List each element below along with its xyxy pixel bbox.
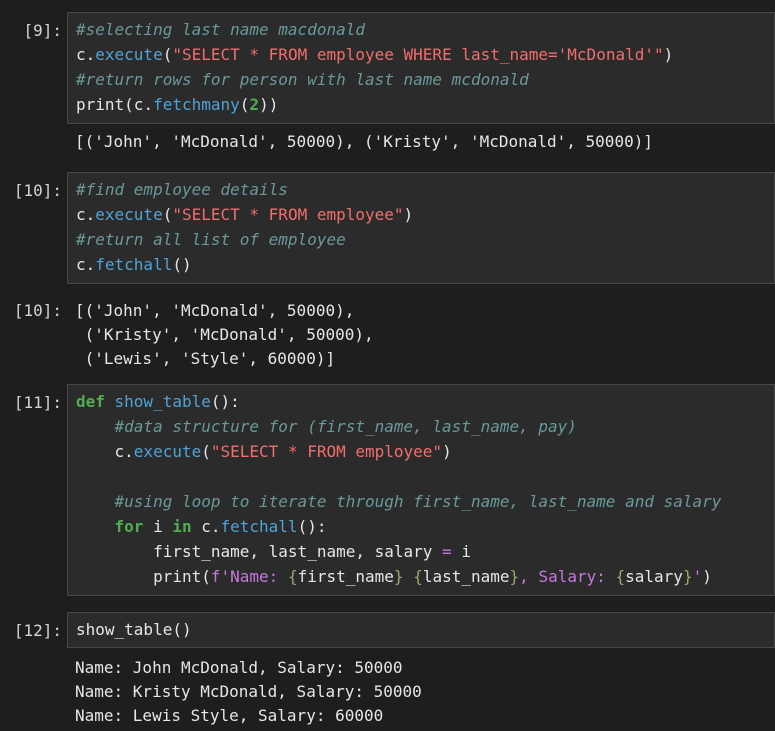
output-line: Name: Lewis Style, Salary: 60000 [75,706,384,725]
input-prompt: [9]: [23,21,62,40]
code-token: "SELECT * FROM employee" [172,205,404,224]
code-token: = [442,542,452,561]
code-line: #selecting last name macdonald [76,17,774,42]
code-token: fetchall [220,517,298,536]
code-token: #using loop to iterate through first_nam… [114,492,722,511]
output-line: [('John', 'McDonald', 50000), ('Kristy',… [75,132,653,151]
code-token: { [615,567,626,586]
code-token: c. [201,517,221,536]
code-line: for i in c.fetchall(): [76,514,774,539]
cell-output: [('John', 'McDonald', 50000), ('Kristy',… [75,299,775,371]
code-line: c.execute("SELECT * FROM employee") [76,202,774,227]
output-line: Name: Kristy McDonald, Salary: 50000 [75,682,422,701]
code-token: ( [162,205,173,224]
code-token: c. [76,205,96,224]
code-editor[interactable]: def show_table(): #data structure for (f… [67,384,775,596]
output-line: ('Lewis', 'Style', 60000)] [75,349,336,368]
code-token: #return all list of employee [76,230,346,249]
code-token: in [172,517,202,536]
code-token: ) [403,205,414,224]
code-token: () [172,255,192,274]
output-line: [('John', 'McDonald', 50000), [75,301,355,320]
code-token: salary [625,567,683,586]
output-prompt: [10]: [13,301,62,320]
code-token: } [509,567,520,586]
code-token: "SELECT * FROM employee" [210,442,443,461]
code-editor[interactable]: show_table() [67,612,775,648]
code-token: #selecting last name macdonald [76,20,365,39]
cell-output: [('John', 'McDonald', 50000), ('Kristy',… [75,130,775,154]
code-token: first_name, last_name, salary [76,542,443,561]
code-token: print [76,567,202,586]
code-token: , Salary: [519,567,616,586]
code-token: ) [702,567,712,586]
code-token: ) [442,442,452,461]
code-line: #data structure for (first_name, last_na… [76,414,774,439]
code-token: ) [663,45,674,64]
code-token: fetchmany [153,95,240,114]
code-token: 2 [249,95,260,114]
code-line: print(f'Name: {first_name} {last_name}, … [76,564,774,589]
code-line: #find employee details [76,177,774,202]
code-token: #return rows for person with last name m… [76,70,529,89]
code-line: show_table() [76,617,774,642]
input-prompt: [12]: [13,621,62,640]
code-token: (): [297,517,327,536]
code-line: #using loop to iterate through first_nam… [76,489,774,514]
code-line: c.execute("SELECT * FROM employee WHERE … [76,42,774,67]
code-token: execute [133,442,202,461]
input-prompt: [11]: [13,393,62,412]
code-token: execute [95,45,163,64]
code-token: (): [210,392,240,411]
code-token: (c. [124,95,154,114]
code-line: c.execute("SELECT * FROM employee") [76,439,774,464]
code-token: i [451,542,471,561]
code-token: c. [76,255,96,274]
code-token: f'Name: [210,567,288,586]
code-token: show_table [114,392,211,411]
code-token: execute [95,205,163,224]
code-line: print(c.fetchmany(2)) [76,92,774,117]
code-line: first_name, last_name, salary = i [76,539,774,564]
code-token: for [114,517,154,536]
cell-output: Name: John McDonald, Salary: 50000 Name: … [75,656,775,728]
code-token: "SELECT * FROM employee WHERE last_name=… [172,45,664,64]
code-token: show_table() [76,620,192,639]
code-line: #return all list of employee [76,227,774,252]
code-token: ' [692,567,703,586]
code-token: { [413,567,423,586]
code-token: i [153,517,173,536]
code-token: ( [162,45,173,64]
code-token: first_name [297,567,394,586]
code-line: def show_table(): [76,389,774,414]
code-token: { [287,567,298,586]
code-token: #find employee details [76,180,288,199]
code-token: last_name [422,567,510,586]
code-token: fetchall [95,255,173,274]
code-token: c. [76,442,134,461]
code-editor[interactable]: #selecting last name macdonald c.execute(… [67,12,775,124]
input-prompt: [10]: [13,181,62,200]
code-token: )) [259,95,279,114]
code-token: print [76,95,125,114]
code-editor[interactable]: #find employee details c.execute("SELECT … [67,172,775,284]
code-line: c.fetchall() [76,252,774,277]
output-line: ('Kristy', 'McDonald', 50000), [75,325,374,344]
code-token: #data structure for (first_name, last_na… [114,417,577,436]
code-token: def [76,392,115,411]
code-token: ( [201,442,211,461]
code-token: ( [239,95,250,114]
code-token: } [393,567,404,586]
output-line: Name: John McDonald, Salary: 50000 [75,658,403,677]
code-token: } [682,567,693,586]
code-token: ( [201,567,211,586]
code-line: #return rows for person with last name m… [76,67,774,92]
code-token: c. [76,45,96,64]
